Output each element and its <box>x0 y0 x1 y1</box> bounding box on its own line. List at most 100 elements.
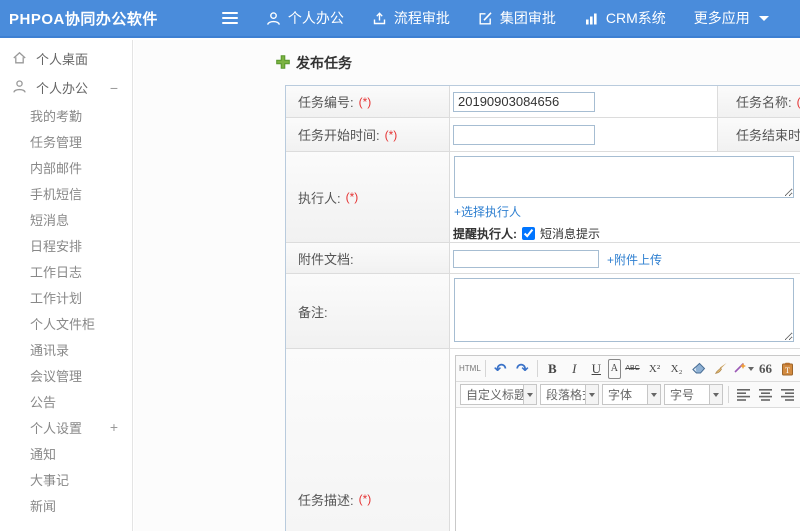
nav-more-apps[interactable]: 更多应用 <box>694 8 769 28</box>
sidebar-item-notification[interactable]: 通知 <box>0 440 132 466</box>
redo-icon[interactable]: ↷ <box>512 359 533 379</box>
form-row-task-number: 任务编号: (*) 任务名称: (*) <box>286 86 800 118</box>
sidebar-item-contacts[interactable]: 通讯录 <box>0 336 132 362</box>
paragraph-format-dropdown[interactable]: 段落格式 <box>540 384 599 405</box>
required-mark: (*) <box>358 94 372 109</box>
sidebar-item-memorabilia[interactable]: 大事记 <box>0 466 132 492</box>
start-time-input[interactable] <box>453 124 595 145</box>
editor-content-area[interactable] <box>456 408 800 531</box>
sidebar-item-personal-files[interactable]: 个人文件柜 <box>0 310 132 336</box>
bar-chart-icon <box>584 11 599 26</box>
html-source-button[interactable]: HTML <box>459 359 481 379</box>
superscript-button[interactable]: X² <box>644 359 665 379</box>
bold-button[interactable]: B <box>542 359 563 379</box>
sidebar-item-internal-mail[interactable]: 内部邮件 <box>0 154 132 180</box>
description-label: 任务描述: (*) <box>286 349 450 531</box>
executor-textarea[interactable] <box>454 156 794 198</box>
sidebar-item-work-plan[interactable]: 工作计划 <box>0 284 132 310</box>
form-row-remark: 备注: <box>286 274 800 349</box>
task-number-cell <box>450 86 718 117</box>
align-right-icon[interactable] <box>777 385 798 405</box>
page-title: 发布任务 <box>276 53 352 73</box>
sidebar-item-label: 内部邮件 <box>30 160 83 176</box>
remark-textarea[interactable] <box>454 278 794 342</box>
executor-label: 执行人: (*) <box>286 152 450 242</box>
sms-remind-label: 短消息提示 <box>540 227 601 241</box>
sidebar-item-short-message[interactable]: 短消息 <box>0 206 132 232</box>
remark-cell <box>450 274 800 348</box>
sidebar-item-personal-settings[interactable]: 个人设置 + <box>0 414 132 440</box>
attachment-input[interactable] <box>453 250 599 268</box>
nav-workflow-approval[interactable]: 流程审批 <box>372 8 450 28</box>
attachment-label: 附件文档: <box>286 243 450 273</box>
sidebar-item-personal-office[interactable]: 个人办公 − <box>0 73 132 102</box>
sidebar-item-label: 通知 <box>30 446 57 462</box>
form-row-attachment: 附件文档: +附件上传 <box>286 243 800 274</box>
caret-down-icon <box>523 385 536 404</box>
align-left-icon[interactable] <box>733 385 754 405</box>
form-row-start-time: 任务开始时间: (*) 任务结束时间: (*) <box>286 118 800 152</box>
editor-toolbar-row2: 自定义标题 段落格式 字体 字号 <box>456 382 800 408</box>
sidebar-item-announcement[interactable]: 公告 <box>0 388 132 414</box>
font-family-dropdown[interactable]: 字体 <box>602 384 661 405</box>
caret-down-icon <box>709 385 722 404</box>
auto-typeset-icon[interactable] <box>732 359 755 379</box>
nav-label: CRM系统 <box>605 10 666 26</box>
start-time-label: 任务开始时间: (*) <box>286 118 450 151</box>
remark-label: 备注: <box>286 274 450 348</box>
sidebar-item-label: 大事记 <box>30 472 70 488</box>
sidebar-item-label: 个人设置 <box>30 420 83 436</box>
undo-icon[interactable]: ↶ <box>490 359 511 379</box>
task-name-label: 任务名称: (*) <box>718 86 800 117</box>
sidebar-item-label: 公告 <box>30 394 57 410</box>
task-number-input[interactable] <box>453 91 595 112</box>
sidebar-item-label: 新闻 <box>30 498 57 514</box>
main-content: 发布任务 任务编号: (*) 任务名称: (*) 任务开始时间: (*) <box>134 40 800 531</box>
sidebar-item-my-attendance[interactable]: 我的考勤 <box>0 102 132 128</box>
editor-toolbar-row1: HTML ↶ ↷ B I U A ABC X² X₂ 66 T <box>456 356 800 382</box>
sidebar-item-personal-desktop[interactable]: 个人桌面 <box>0 44 132 73</box>
italic-button[interactable]: I <box>564 359 585 379</box>
sidebar-item-news[interactable]: 新闻 <box>0 492 132 518</box>
collapse-icon[interactable]: − <box>110 80 118 96</box>
sidebar-item-label: 短消息 <box>30 212 70 228</box>
subscript-button[interactable]: X₂ <box>666 359 687 379</box>
nav-crm-system[interactable]: CRM系统 <box>584 8 666 28</box>
sidebar-item-label: 个人桌面 <box>36 52 89 67</box>
sidebar-item-mobile-sms[interactable]: 手机短信 <box>0 180 132 206</box>
expand-icon[interactable]: + <box>110 419 118 435</box>
sidebar-item-work-log[interactable]: 工作日志 <box>0 258 132 284</box>
sms-remind-checkbox[interactable] <box>522 227 535 240</box>
edit-square-icon <box>478 11 493 26</box>
sidebar-item-schedule[interactable]: 日程安排 <box>0 232 132 258</box>
brand-logo[interactable]: PHPOA协同办公软件 <box>9 8 158 29</box>
caret-down-icon <box>647 385 660 404</box>
sidebar-item-task-management[interactable]: 任务管理 <box>0 128 132 154</box>
nav-personal-office[interactable]: 个人办公 <box>266 8 344 28</box>
form-row-executor: 执行人: (*) +选择执行人 提醒执行人: 短消息提示 <box>286 152 800 243</box>
eraser-icon[interactable] <box>688 359 709 379</box>
font-size-dropdown[interactable]: 字号 <box>664 384 723 405</box>
description-cell: HTML ↶ ↷ B I U A ABC X² X₂ 66 T 自定义标题 段落… <box>450 349 800 531</box>
sidebar-item-label: 我的考勤 <box>30 108 83 124</box>
font-border-button[interactable]: A <box>607 358 622 379</box>
paste-text-icon[interactable]: T <box>777 359 798 379</box>
sidebar-item-label: 个人文件柜 <box>30 316 96 332</box>
nav-label: 个人办公 <box>287 10 344 26</box>
custom-title-dropdown[interactable]: 自定义标题 <box>460 384 537 405</box>
nav-group-approval[interactable]: 集团审批 <box>478 8 556 28</box>
sidebar-item-label: 会议管理 <box>30 368 83 384</box>
sidebar-item-meeting-management[interactable]: 会议管理 <box>0 362 132 388</box>
add-plus-icon <box>276 54 290 72</box>
page-title-text: 发布任务 <box>296 55 352 71</box>
sidebar-item-label: 工作日志 <box>30 264 83 280</box>
format-brush-icon[interactable] <box>710 359 731 379</box>
blockquote-button[interactable]: 66 <box>755 359 776 379</box>
select-executor-link[interactable]: +选择执行人 <box>454 203 521 220</box>
underline-button[interactable]: U <box>586 359 607 379</box>
attachment-upload-link[interactable]: +附件上传 <box>607 251 662 268</box>
align-center-icon[interactable] <box>755 385 776 405</box>
strikethrough-button[interactable]: ABC <box>622 359 643 379</box>
topbar-nav: 个人办公 流程审批 集团审批 CRM系统 更多应用 <box>266 8 769 28</box>
hamburger-menu-icon[interactable] <box>221 12 238 24</box>
